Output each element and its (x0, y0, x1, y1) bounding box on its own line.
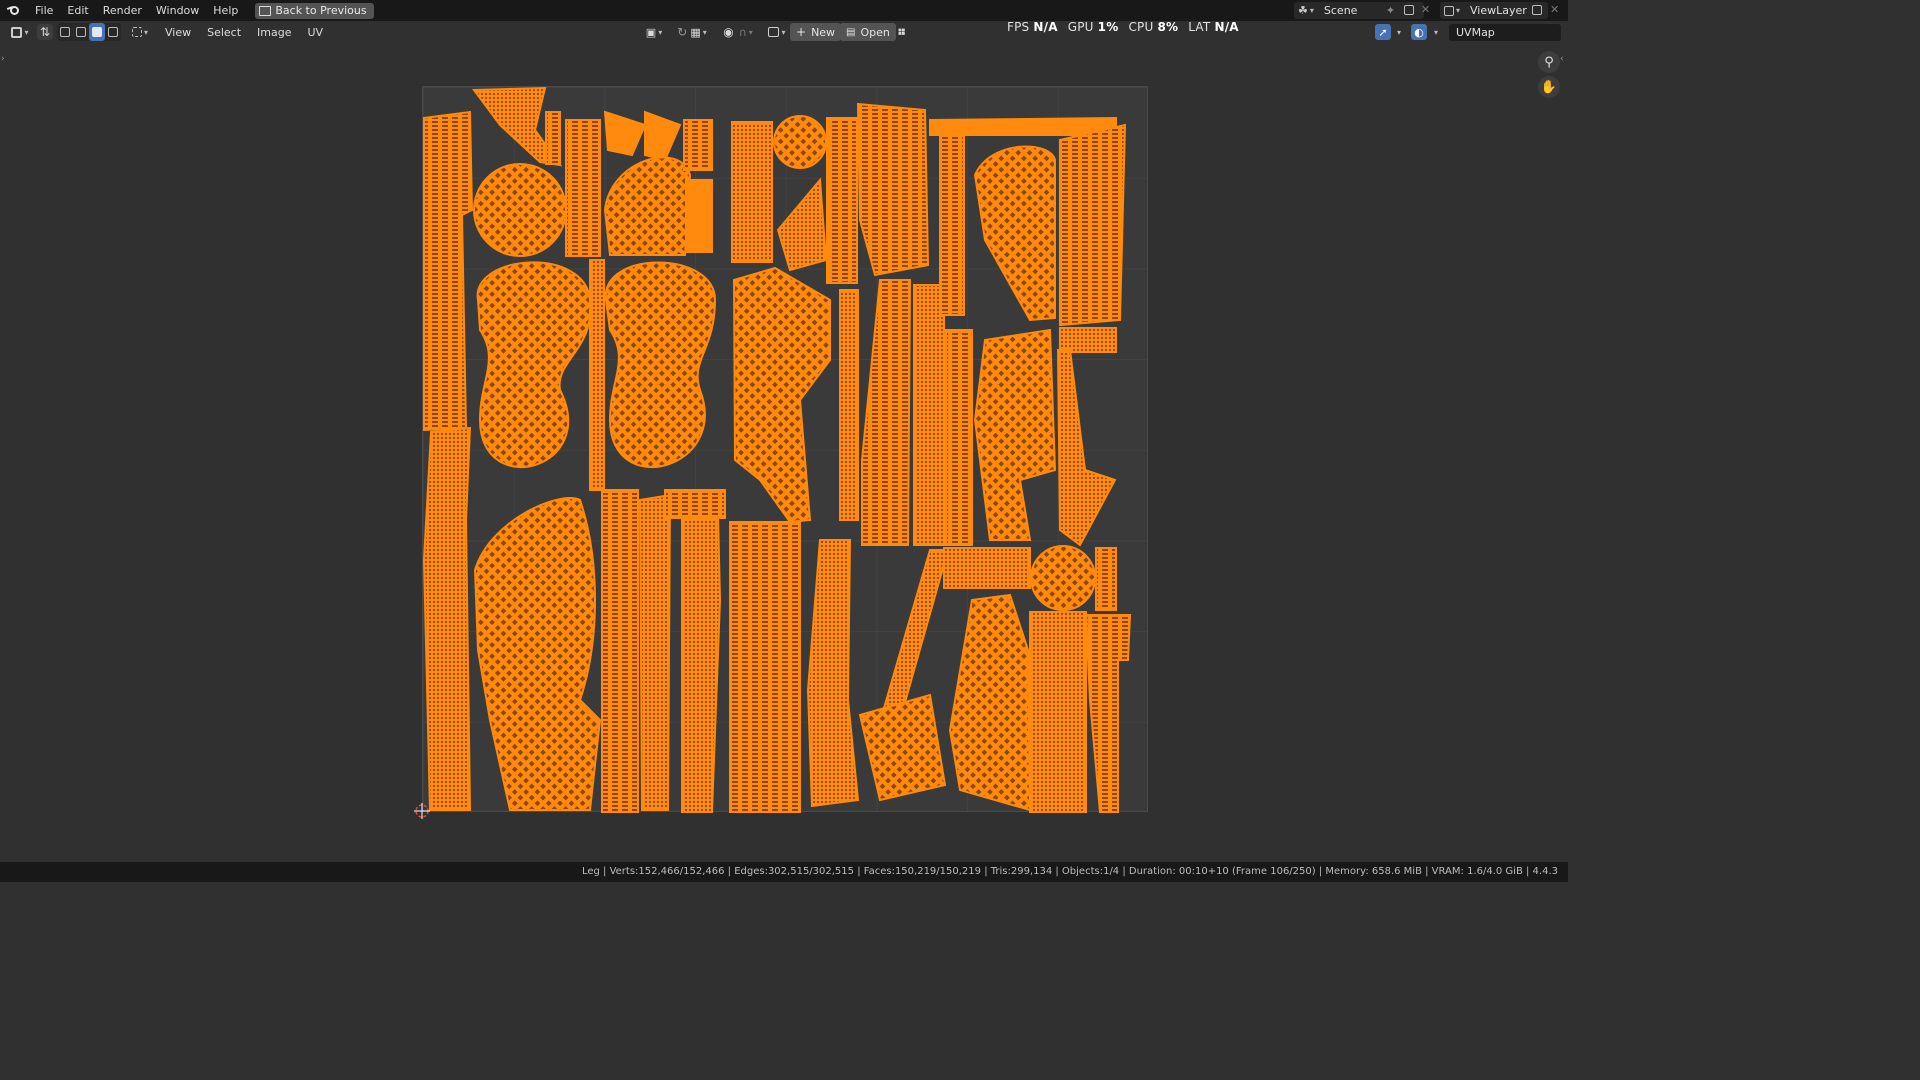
uv-island (729, 521, 801, 813)
uv-island (776, 177, 828, 272)
uv-island (939, 129, 965, 316)
uv-island (773, 115, 827, 169)
uv-island (948, 593, 1032, 812)
uv-island (973, 145, 1056, 322)
uv-island (681, 513, 722, 813)
uv-island (945, 329, 973, 546)
uv-island (973, 328, 1057, 541)
uv-island (1095, 547, 1117, 611)
uv-island (913, 284, 945, 546)
uv-island (858, 693, 947, 802)
uv-island (565, 119, 601, 257)
uv-island (604, 261, 717, 468)
uv-island (731, 121, 773, 263)
uv-island (1056, 349, 1117, 547)
uv-island (601, 489, 639, 813)
uv-island (1059, 123, 1127, 327)
uv-island (929, 116, 1117, 136)
uv-island (603, 156, 692, 256)
uv-island (683, 119, 713, 171)
uv-island (476, 261, 592, 468)
uv-island (638, 493, 672, 811)
uv-island (1029, 611, 1087, 813)
uv-island (1059, 327, 1117, 353)
uv-island (589, 259, 605, 491)
uv-islands[interactable] (0, 0, 1568, 882)
status-bar: Leg | Verts:152,466/152,466 | Edges:302,… (0, 862, 1568, 882)
uv-island (422, 426, 472, 811)
uv-island (603, 110, 647, 157)
uv-island (856, 102, 930, 277)
uv-island (473, 497, 602, 811)
uv-island (880, 549, 950, 722)
uv-island (806, 539, 860, 808)
uv-island (1030, 545, 1096, 611)
uv-island (732, 266, 831, 524)
uv-island (473, 163, 567, 257)
uv-island (826, 117, 858, 284)
uv-island (685, 179, 713, 253)
uv-island (644, 110, 682, 162)
status-text: Leg | Verts:152,466/152,466 | Edges:302,… (581, 866, 1558, 877)
uv-island (545, 111, 561, 165)
uv-island (861, 279, 912, 546)
uv-island (423, 110, 474, 432)
uv-island (1084, 614, 1132, 813)
cursor-3d-icon[interactable] (414, 803, 430, 819)
uv-island (839, 289, 859, 521)
uv-island (943, 547, 1031, 589)
uv-island (664, 489, 726, 519)
